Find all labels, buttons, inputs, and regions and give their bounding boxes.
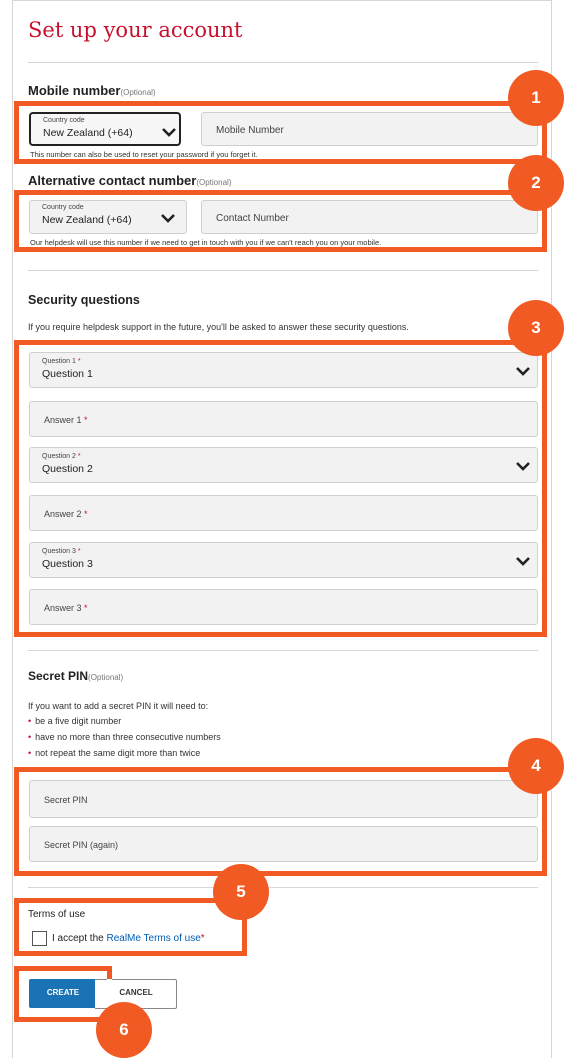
alternative-heading: Alternative contact number(Optional)	[28, 173, 231, 188]
bullet-icon: •	[28, 748, 32, 758]
pin-heading-text: Secret PIN	[28, 669, 89, 683]
pin-heading: Secret PIN(Optional)	[28, 669, 123, 683]
callout-box-4	[14, 767, 547, 876]
pin-rule-text: have no more than three consecutive numb…	[35, 732, 221, 742]
callout-box-5	[14, 898, 247, 956]
callout-badge-5: 5	[213, 864, 269, 920]
security-heading: Security questions	[28, 293, 140, 307]
pin-rule: • not repeat the same digit more than twi…	[28, 748, 200, 758]
pin-rule-text: not repeat the same digit more than twic…	[35, 748, 201, 758]
page: Set up your account Mobile number(Option…	[0, 0, 565, 1058]
pin-rule: • have no more than three consecutive num…	[28, 732, 221, 742]
divider	[28, 887, 538, 888]
divider	[28, 62, 538, 63]
pin-rule-text: be a five digit number	[35, 716, 122, 726]
mobile-heading-text: Mobile number	[28, 83, 121, 98]
callout-badge-2: 2	[508, 155, 564, 211]
divider	[28, 270, 538, 271]
optional-label: (Optional)	[196, 178, 232, 187]
callout-box-1	[14, 101, 547, 164]
mobile-heading: Mobile number(Optional)	[28, 83, 156, 98]
alternative-heading-text: Alternative contact number	[28, 173, 197, 188]
callout-badge-1: 1	[508, 70, 564, 126]
button-mask-border	[95, 979, 107, 1009]
page-title: Set up your account	[28, 18, 243, 42]
callout-box-2	[14, 190, 547, 252]
bullet-icon: •	[28, 716, 32, 726]
bullet-icon: •	[28, 732, 32, 742]
optional-label: (Optional)	[88, 673, 124, 682]
optional-label: (Optional)	[120, 88, 156, 97]
security-intro: If you require helpdesk support in the f…	[28, 322, 409, 332]
callout-box-3	[14, 340, 547, 637]
pin-rule: • be a five digit number	[28, 716, 121, 726]
pin-intro: If you want to add a secret PIN it will …	[28, 701, 209, 711]
callout-badge-4: 4	[508, 738, 564, 794]
callout-badge-6: 6	[96, 1002, 152, 1058]
callout-badge-3: 3	[508, 300, 564, 356]
divider	[28, 650, 538, 651]
